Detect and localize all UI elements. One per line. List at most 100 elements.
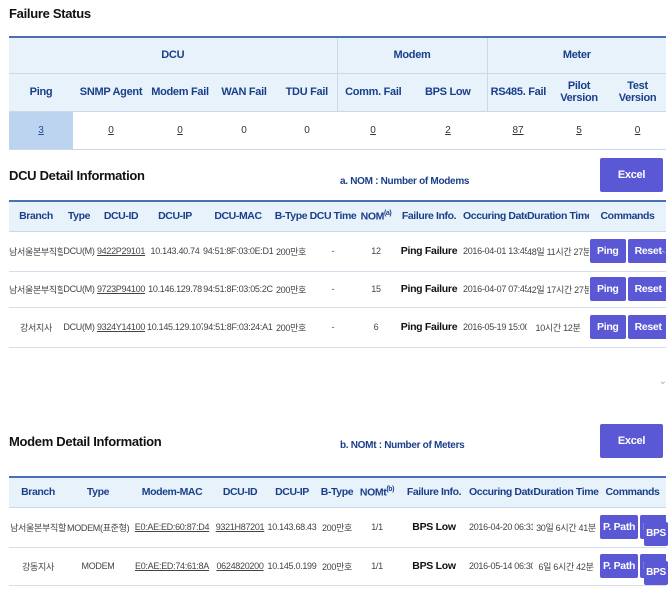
scroll-up-icon[interactable]: ⌃ [659,250,667,261]
value-pilot-version: 5 [549,111,610,150]
dcu-nom-note: a. NOM : Number of Modems [340,176,470,187]
dcu-excel-download-button[interactable]: Excel Download [600,158,663,215]
modem-duration-time: 30일 6시간 41분 [533,507,599,548]
value-rs485-fail-link[interactable]: 87 [512,125,523,136]
dcu-ip: 10.146.129.78 [147,271,203,308]
dcu-header-dcu-mac: DCU-MAC [203,200,273,232]
modem-dcu-ip: 10.143.68.43 [265,507,319,548]
modem-header-dcu-ip: DCU-IP [265,476,319,508]
dcu-id: 9324Y14100 [95,307,147,348]
dcu-b-type: 200만호 [273,271,309,308]
modem-type: MODEM(표준형) [67,507,129,548]
dcu-occuring-date: 2016-04-07 07:45 [463,271,527,308]
dcu-header-duration-time: Duration Time [527,200,589,232]
dcu-duration-time: 42일 17시간 27분 [527,271,589,308]
failure-status-panel: DCU Modem Meter Ping SNMP Agent Modem Fa… [9,36,667,150]
header-ping: Ping [9,73,73,112]
value-modem-fail: 0 [149,111,211,150]
modem-occuring-date: 2016-04-20 06:31 [469,507,533,548]
modem-failure-info: BPS Low [399,507,469,548]
table-row: 남서울본부직할 DCU(M) 9723P94100 10.146.129.78 … [9,271,666,308]
dcu-detail-table: Branch Type DCU-ID DCU-IP DCU-MAC B-Type… [9,200,666,348]
value-bps-low-link[interactable]: 2 [445,125,451,136]
group-modem: Modem [336,36,488,74]
dcu-id-link[interactable]: 9422P29101 [97,246,145,256]
modem-header-failure-info: Failure Info. [399,476,469,508]
dcu-duration-time: 48일 11시간 27분 [527,231,589,272]
modem-mac-link[interactable]: E0:AE:ED:74:61:8A [135,561,209,571]
dcu-branch: 남서울본부직할 [9,231,63,272]
modem-dcu-id-link[interactable]: 0624820200 [216,561,263,571]
dcu-header-occuring-date: Occuring Date [463,200,527,232]
modem-header-b-type: B-Type [319,476,355,508]
modem-excel-download-button[interactable]: Excel Download [600,424,663,481]
modem-nomt: 1/1 [355,547,399,586]
ping-button[interactable]: Ping [590,315,626,339]
modem-header-nomt-label: NOMt [359,486,387,499]
modem-detail-title: Modem Detail Information [9,434,162,449]
dcu-type: DCU(M) [63,307,95,348]
modem-dcu-ip: 10.145.0.199 [265,547,319,586]
modem-type: MODEM [67,547,129,586]
modem-branch: 남서울본부직할 [9,507,67,548]
dcu-id-link[interactable]: 9324Y14100 [97,322,145,332]
modem-detail-table: Branch Type Modem-MAC DCU-ID DCU-IP B-Ty… [9,476,666,586]
modem-header-dcu-id: DCU-ID [215,476,265,508]
dcu-failure-info: Ping Failure [395,231,463,272]
dcu-header-nom: NOM(a) [357,200,395,232]
header-wan-fail: WAN Fail [211,73,277,112]
dcu-commands: Ping Reset [589,307,666,348]
value-test-version-link[interactable]: 0 [635,125,641,136]
dcu-branch: 남서울본부직할 [9,271,63,308]
p-path-button[interactable]: P. Path [600,515,639,539]
failure-status-table: DCU Modem Meter Ping SNMP Agent Modem Fa… [9,36,667,150]
modem-mac: E0:AE:ED:60:87:D4 [129,507,215,548]
dcu-occuring-date: 2016-05-19 15:00 [463,307,527,348]
header-modem-fail: Modem Fail [149,73,211,112]
group-meter: Meter [486,36,667,74]
ping-button[interactable]: Ping [590,239,626,263]
reset-button[interactable]: Reset [627,315,666,339]
dcu-header-dcu-time: DCU Time [309,200,357,232]
dcu-b-type: 200만호 [273,307,309,348]
dcu-id-link[interactable]: 9723P94100 [97,284,145,294]
scroll-down-icon[interactable]: ⌄ [659,376,667,387]
dcu-nom: 15 [357,271,395,308]
dcu-detail-title: DCU Detail Information [9,168,145,183]
reset-button[interactable]: Reset [627,277,666,301]
modem-nomt-note: b. NOMt : Number of Meters [340,440,465,451]
value-comm-fail: 0 [337,111,409,150]
dcu-header-nom-sup: (a) [383,210,392,217]
modem-header-type: Type [67,476,129,508]
value-pilot-version-link[interactable]: 5 [576,125,582,136]
value-ping-link[interactable]: 3 [38,125,44,136]
dcu-nom: 12 [357,231,395,272]
modem-branch: 강동지사 [9,547,67,586]
modem-nomt: 1/1 [355,507,399,548]
header-rs485-fail: RS485. Fail [486,73,550,112]
value-snmp-agent-link[interactable]: 0 [108,125,114,136]
table-row: 남서울본부직할 MODEM(표준형) E0:AE:ED:60:87:D4 932… [9,507,666,548]
value-bps-low: 2 [409,111,488,150]
modem-header-occuring-date: Occuring Date [469,476,533,508]
bps-button[interactable]: BPS [644,522,668,546]
modem-dcu-id: 9321H87201 [215,507,265,548]
value-snmp-agent: 0 [73,111,149,150]
dcu-mac: 94:51:8F:03:24:A1 [203,307,273,348]
value-wan-fail: 0 [211,111,277,150]
dcu-branch: 강서지사 [9,307,63,348]
header-bps-low: BPS Low [409,73,488,112]
bps-button[interactable]: BPS [644,561,668,585]
modem-b-type: 200만호 [319,547,355,586]
dcu-time: - [309,271,357,308]
value-modem-fail-link[interactable]: 0 [177,125,183,136]
dcu-b-type: 200만호 [273,231,309,272]
value-comm-fail-link[interactable]: 0 [370,125,376,136]
ping-button[interactable]: Ping [590,277,626,301]
modem-mac-link[interactable]: E0:AE:ED:60:87:D4 [135,522,210,532]
p-path-button[interactable]: P. Path [600,554,639,578]
modem-dcu-id-link[interactable]: 9321H87201 [216,522,265,532]
dcu-type: DCU(M) [63,231,95,272]
header-pilot-version: Pilot Version [549,73,610,112]
modem-failure-info: BPS Low [399,547,469,586]
